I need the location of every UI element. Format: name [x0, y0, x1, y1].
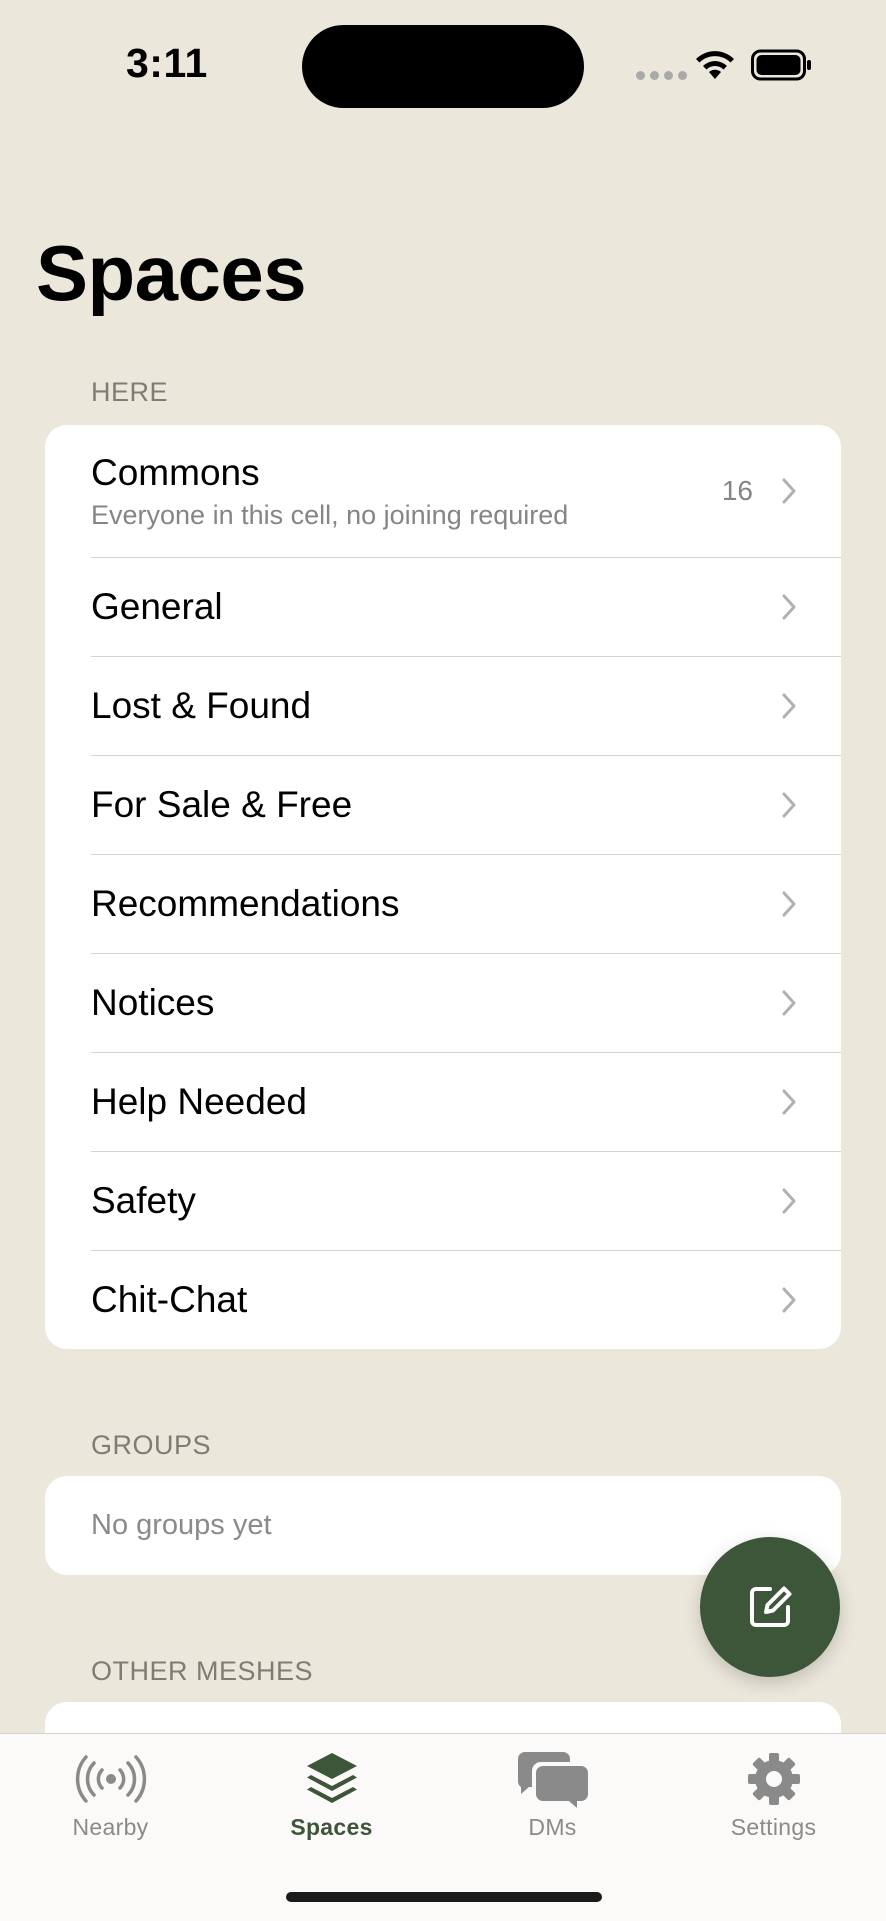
space-label: For Sale & Free [91, 783, 353, 825]
space-row-general[interactable]: General [45, 557, 841, 656]
space-label: Chit-Chat [91, 1278, 248, 1320]
tab-label: DMs [528, 1814, 577, 1840]
space-label: Notices [91, 981, 215, 1023]
compose-button[interactable] [700, 1537, 840, 1677]
home-indicator [286, 1892, 602, 1902]
chevron-right-icon [782, 594, 796, 619]
chevron-right-icon [782, 891, 796, 916]
tab-spaces[interactable]: Spaces [221, 1734, 442, 1854]
space-label: Help Needed [91, 1080, 307, 1122]
battery-icon [751, 49, 811, 81]
space-label: Lost & Found [91, 684, 312, 726]
space-row-commons[interactable]: Commons Everyone in this cell, no joinin… [45, 425, 841, 557]
space-subtitle: Everyone in this cell, no joining requir… [91, 499, 569, 530]
space-row-notices[interactable]: Notices [45, 953, 841, 1052]
chevron-right-icon [782, 990, 796, 1015]
tab-settings[interactable]: Settings [663, 1734, 884, 1854]
space-row-for-sale-and-free[interactable]: For Sale & Free [45, 755, 841, 854]
groups-empty-message: No groups yet [91, 1509, 272, 1541]
section-header-groups: GROUPS [91, 1430, 212, 1460]
tab-label: Nearby [72, 1814, 149, 1840]
wifi-icon [696, 51, 734, 79]
chat-bubbles-icon [517, 1752, 588, 1808]
tab-label: Settings [730, 1814, 817, 1840]
tab-label: Spaces [290, 1814, 373, 1840]
space-row-help-needed[interactable]: Help Needed [45, 1052, 841, 1151]
chevron-right-icon [782, 478, 796, 504]
status-bar: 3:11 [0, 0, 886, 140]
chevron-right-icon [782, 1089, 796, 1114]
space-label: General [91, 585, 223, 627]
chevron-right-icon [782, 1287, 796, 1312]
broadcast-icon [75, 1755, 146, 1803]
compose-icon [750, 1586, 792, 1627]
here-spaces-list: Commons Everyone in this cell, no joinin… [45, 425, 841, 1349]
space-label: Safety [91, 1179, 196, 1221]
layers-icon [306, 1753, 357, 1803]
status-time: 3:11 [126, 40, 208, 86]
chevron-right-icon [782, 792, 796, 817]
section-header-here: HERE [91, 377, 169, 407]
space-row-chit-chat[interactable]: Chit-Chat [45, 1250, 841, 1349]
cellular-signal-icon [636, 71, 687, 80]
gear-icon [747, 1753, 800, 1805]
chevron-right-icon [782, 693, 796, 718]
space-row-lost-and-found[interactable]: Lost & Found [45, 656, 841, 755]
dynamic-island [302, 25, 584, 108]
tab-dms[interactable]: DMs [442, 1734, 663, 1854]
tab-nearby[interactable]: Nearby [0, 1734, 221, 1854]
member-count-badge: 16 [721, 475, 753, 506]
space-row-recommendations[interactable]: Recommendations [45, 854, 841, 953]
chevron-right-icon [782, 1188, 796, 1213]
page-title: Spaces [36, 229, 307, 317]
space-label: Commons [91, 451, 260, 493]
space-label: Recommendations [91, 882, 400, 924]
section-header-other-meshes: OTHER MESHES [91, 1656, 314, 1686]
space-row-safety[interactable]: Safety [45, 1151, 841, 1250]
